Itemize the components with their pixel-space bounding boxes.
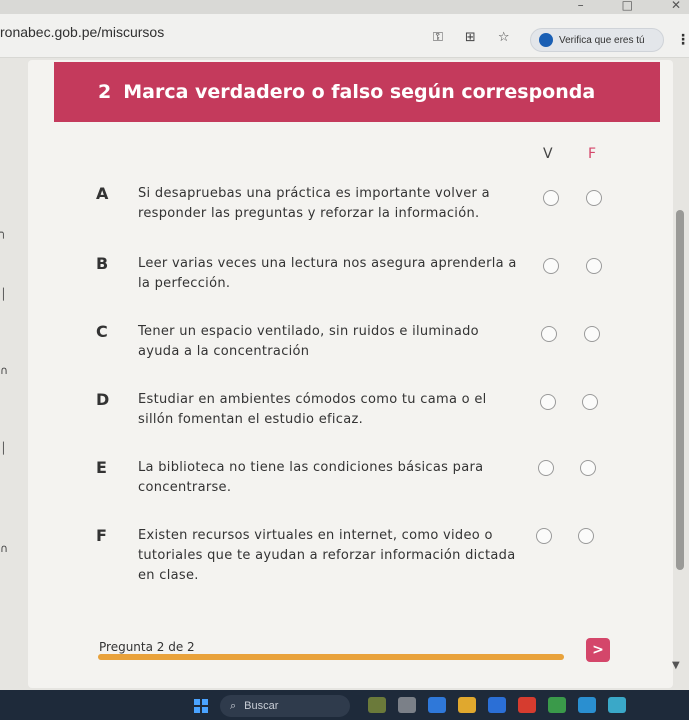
radio-false-f[interactable]	[578, 528, 594, 544]
minimize-icon[interactable]: –	[578, 0, 584, 12]
question-letter: F	[96, 526, 107, 545]
quiz-card	[28, 60, 673, 688]
scroll-down-icon[interactable]: ▼	[672, 660, 680, 671]
taskbar-search[interactable]: ⌕ Buscar	[220, 695, 350, 717]
radio-true-a[interactable]	[543, 190, 559, 206]
edge-mark: ∩	[0, 364, 9, 377]
radio-true-f[interactable]	[536, 528, 552, 544]
url-text[interactable]: ronabec.gob.pe/miscursos	[0, 24, 164, 40]
address-bar: ronabec.gob.pe/miscursos ⚿ ⊞ ☆ Verifica …	[0, 14, 689, 58]
radio-false-a[interactable]	[586, 190, 602, 206]
progress-fill	[98, 654, 564, 660]
question-letter: C	[96, 322, 108, 341]
app-icon[interactable]	[608, 697, 626, 713]
question-text: Leer varias veces una lectura nos asegur…	[138, 256, 517, 291]
question-text: Si desapruebas una práctica es important…	[138, 186, 490, 221]
radio-false-e[interactable]	[580, 460, 596, 476]
radio-true-d[interactable]	[540, 394, 556, 410]
app-icon[interactable]	[398, 697, 416, 713]
profile-icon	[539, 33, 553, 47]
edge-icon[interactable]	[428, 697, 446, 713]
question-text: Estudiar en ambientes cómodos como tu ca…	[138, 392, 487, 427]
address-bar-icons: ⚿ ⊞ ☆	[433, 30, 509, 45]
folder-icon[interactable]	[458, 697, 476, 713]
edge-mark: │	[0, 288, 7, 301]
column-true-label: V	[543, 146, 553, 162]
taskbar: ⌕ Buscar	[0, 690, 689, 720]
search-placeholder: Buscar	[244, 700, 279, 712]
verify-profile-button[interactable]: Verifica que eres tú	[530, 28, 664, 52]
left-edge-fragment: ╮ │ ∩ │ ∩	[0, 58, 10, 690]
app-icon[interactable]	[578, 697, 596, 713]
radio-false-c[interactable]	[584, 326, 600, 342]
key-icon[interactable]: ⚿	[433, 30, 443, 45]
question-letter: E	[96, 458, 107, 477]
verify-label: Verifica que eres tú	[559, 34, 645, 46]
question-letter: D	[96, 390, 110, 409]
column-false-label: F	[588, 146, 597, 162]
question-counter: Pregunta 2 de 2	[99, 640, 195, 654]
question-letter: B	[96, 254, 109, 273]
star-icon[interactable]: ☆	[498, 30, 510, 45]
question-text: Existen recursos virtuales en internet, …	[138, 528, 516, 583]
radio-false-b[interactable]	[586, 258, 602, 274]
edge-mark: ∩	[0, 542, 9, 555]
browser-menu-icon[interactable]: ⋮	[676, 32, 689, 48]
radio-true-e[interactable]	[538, 460, 554, 476]
store-icon[interactable]	[488, 697, 506, 713]
window-controls: – □ ✕	[578, 0, 681, 12]
app-icon[interactable]	[548, 697, 566, 713]
app-icon[interactable]	[368, 697, 386, 713]
question-letter: A	[96, 184, 109, 203]
windows-start-icon[interactable]	[194, 699, 208, 713]
taskbar-apps	[368, 697, 626, 713]
radio-true-b[interactable]	[543, 258, 559, 274]
radio-true-c[interactable]	[541, 326, 557, 342]
question-header: 2 Marca verdadero o falso según correspo…	[54, 62, 660, 122]
edge-mark: ╮	[0, 226, 7, 239]
window-title-strip: – □ ✕	[0, 0, 689, 14]
close-icon[interactable]: ✕	[671, 0, 681, 12]
page-content: ╮ │ ∩ │ ∩ ▼	[0, 58, 689, 690]
question-text: Tener un espacio ventilado, sin ruidos e…	[138, 324, 479, 359]
question-text: La biblioteca no tiene las condiciones b…	[138, 460, 484, 495]
progress-bar	[98, 654, 564, 660]
scrollbar-thumb[interactable]	[676, 210, 684, 570]
edge-mark: │	[0, 442, 7, 455]
translate-icon[interactable]: ⊞	[465, 30, 476, 45]
question-title: Marca verdadero o falso según correspond…	[123, 81, 596, 103]
maximize-icon[interactable]: □	[622, 0, 633, 12]
search-icon: ⌕	[230, 699, 237, 712]
next-button[interactable]: >	[586, 638, 610, 662]
question-number: 2	[98, 81, 112, 103]
radio-false-d[interactable]	[582, 394, 598, 410]
app-icon[interactable]	[518, 697, 536, 713]
